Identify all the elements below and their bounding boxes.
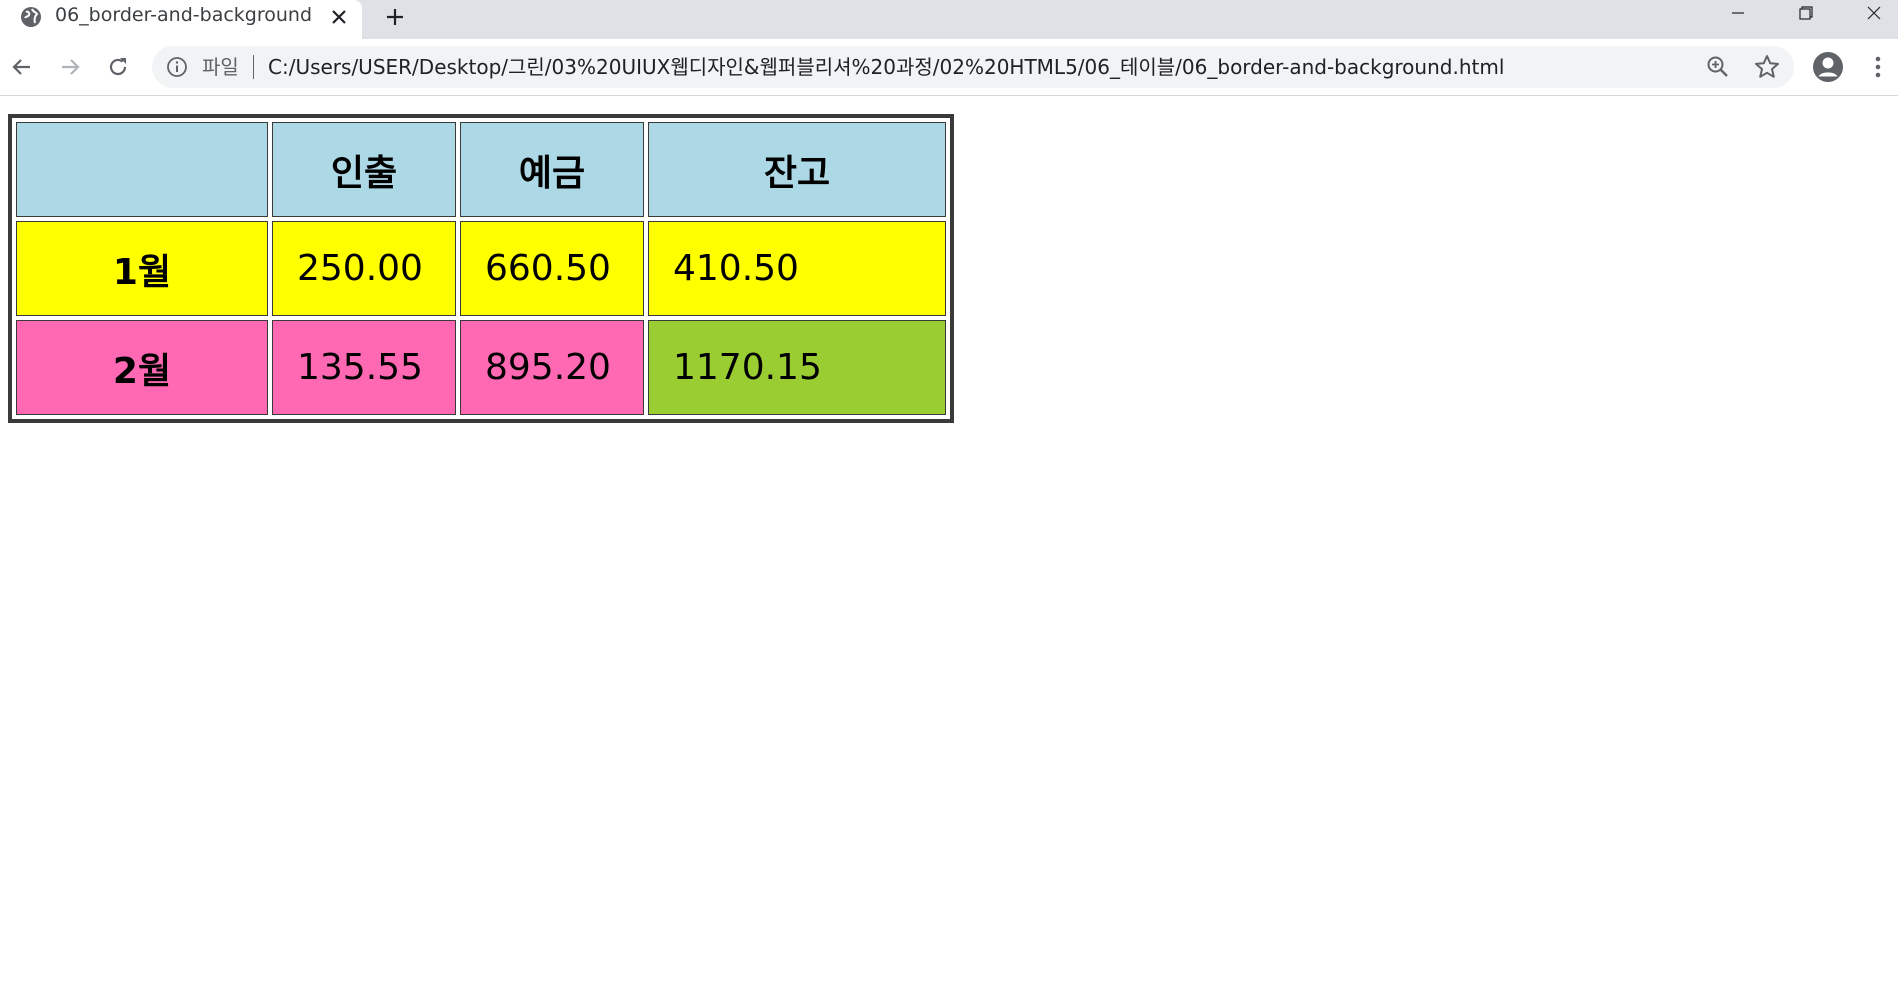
table-header-row: 인출 예금 잔고 — [16, 122, 946, 217]
minimize-icon[interactable] — [1708, 0, 1768, 26]
star-icon[interactable] — [1753, 53, 1781, 81]
reload-icon[interactable] — [101, 50, 135, 84]
restore-icon[interactable] — [1776, 0, 1836, 26]
deposit-cell: 660.50 — [460, 221, 644, 316]
withdrawal-cell: 250.00 — [272, 221, 456, 316]
balance-cell: 410.50 — [648, 221, 946, 316]
header-cell-deposit: 예금 — [460, 122, 644, 217]
kebab-menu-icon[interactable] — [1863, 52, 1893, 82]
account-icon[interactable] — [1811, 50, 1845, 84]
window-close-icon[interactable] — [1844, 0, 1898, 26]
active-tab[interactable]: 06_border-and-background — [0, 0, 362, 39]
table-row: 2월 135.55 895.20 1170.15 — [16, 320, 946, 415]
row-header-month: 1월 — [16, 221, 268, 316]
page-viewport: 인출 예금 잔고 1월 250.00 660.50 410.50 2월 135.… — [0, 97, 1898, 998]
row-header-month: 2월 — [16, 320, 268, 415]
address-bar[interactable]: 파일 C:/Users/USER/Desktop/그린/03%20UIUX웹디자… — [152, 46, 1794, 88]
url-text[interactable]: C:/Users/USER/Desktop/그린/03%20UIUX웹디자인&웹… — [268, 54, 1504, 80]
tab-title: 06_border-and-background — [55, 4, 313, 26]
balance-table: 인출 예금 잔고 1월 250.00 660.50 410.50 2월 135.… — [8, 114, 954, 423]
table-row: 1월 250.00 660.50 410.50 — [16, 221, 946, 316]
arrow-right-icon[interactable] — [53, 50, 87, 84]
browser-chrome: 06_border-and-background 파일 C:/Users/USE… — [0, 0, 1898, 96]
arrow-left-icon[interactable] — [5, 50, 39, 84]
deposit-cell: 895.20 — [460, 320, 644, 415]
info-icon[interactable] — [165, 55, 189, 79]
header-cell-empty — [16, 122, 268, 217]
zoom-icon[interactable] — [1705, 54, 1731, 80]
tab-strip: 06_border-and-background — [0, 0, 1898, 39]
header-cell-withdrawal: 인출 — [272, 122, 456, 217]
new-tab-plus-icon[interactable] — [380, 2, 410, 32]
scheme-divider — [253, 55, 254, 79]
globe-icon — [19, 5, 43, 29]
balance-cell: 1170.15 — [648, 320, 946, 415]
withdrawal-cell: 135.55 — [272, 320, 456, 415]
header-cell-balance: 잔고 — [648, 122, 946, 217]
scheme-label: 파일 — [202, 55, 239, 79]
tab-close-icon[interactable] — [326, 4, 352, 30]
